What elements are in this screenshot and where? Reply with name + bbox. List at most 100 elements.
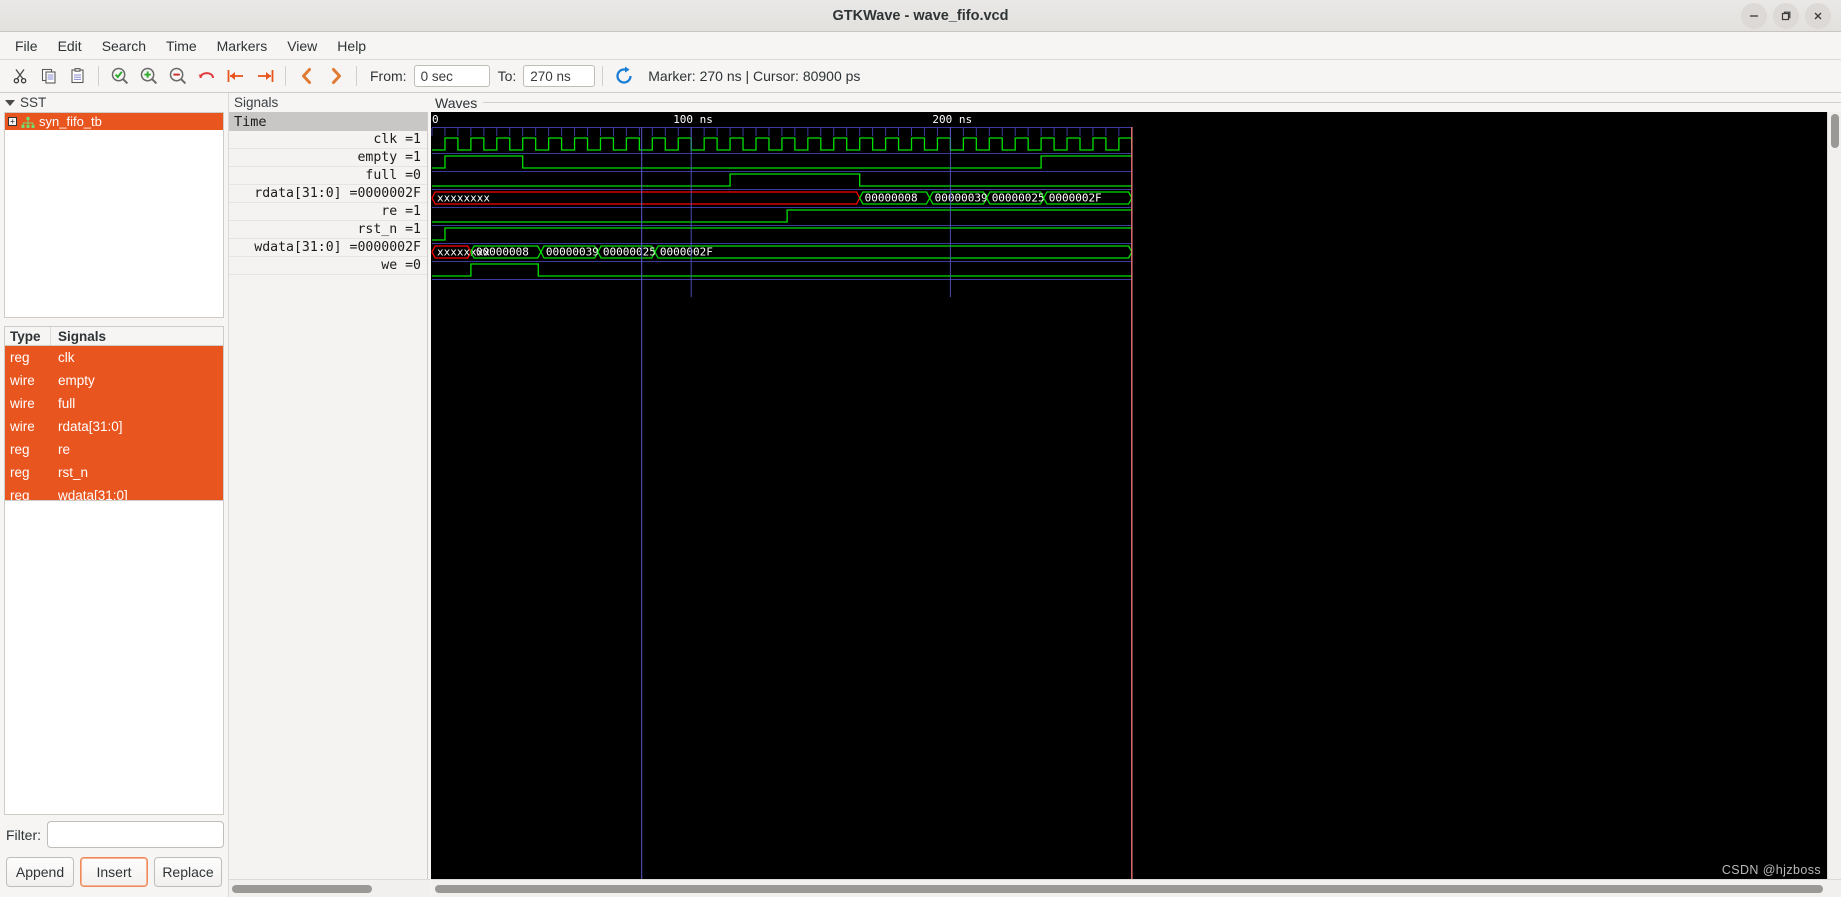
signal-row-we[interactable]: we =0 bbox=[229, 257, 427, 275]
svg-text:00000025: 00000025 bbox=[992, 192, 1045, 205]
menu-help[interactable]: Help bbox=[328, 35, 375, 57]
sst-root-label: syn_fifo_tb bbox=[39, 114, 102, 129]
signal-row-rst_n[interactable]: rst_n =1 bbox=[229, 221, 427, 239]
sst-column: SST + syn_fifo_tb Type Signals reg clk w… bbox=[0, 93, 228, 897]
filter-row: Filter: bbox=[0, 815, 228, 854]
column-header-signals: Signals bbox=[58, 328, 107, 344]
cell-type: wire bbox=[10, 419, 35, 434]
signal-row-re[interactable]: re =1 bbox=[229, 203, 427, 221]
cell-signal: full bbox=[58, 396, 76, 411]
expand-icon[interactable]: + bbox=[8, 117, 17, 126]
cell-signal: re bbox=[58, 442, 71, 457]
hierarchy-icon bbox=[21, 116, 35, 128]
waves-header: Waves bbox=[431, 93, 1841, 112]
prev-edge-icon[interactable] bbox=[293, 63, 320, 90]
window-titlebar: GTKWave - wave_fifo.vcd bbox=[0, 0, 1841, 32]
signal-type-table[interactable]: Type Signals reg clk wire empty wire full wire… bbox=[4, 326, 224, 501]
scrollbar-thumb[interactable] bbox=[232, 884, 373, 893]
menu-file[interactable]: File bbox=[6, 35, 47, 57]
menu-view[interactable]: View bbox=[278, 35, 326, 57]
cell-type: reg bbox=[10, 350, 30, 365]
zoom-out-icon[interactable] bbox=[164, 63, 191, 90]
jump-right-icon[interactable] bbox=[251, 63, 278, 90]
signals-horizontal-scrollbar[interactable] bbox=[229, 879, 430, 897]
table-row[interactable]: wire rdata[31:0] bbox=[5, 415, 223, 438]
minimize-icon[interactable] bbox=[1741, 2, 1767, 29]
append-button[interactable]: Append bbox=[6, 857, 74, 887]
menubar: File Edit Search Time Markers View Help bbox=[0, 32, 1841, 60]
cell-type: wire bbox=[10, 396, 35, 411]
zoom-undo-icon[interactable] bbox=[193, 63, 220, 90]
svg-text:100 ns: 100 ns bbox=[673, 113, 713, 126]
cell-type: reg bbox=[10, 442, 30, 457]
signal-row-empty[interactable]: empty =1 bbox=[229, 149, 427, 167]
table-row[interactable]: reg clk bbox=[5, 346, 223, 369]
svg-text:xxxxxxxx: xxxxxxxx bbox=[437, 192, 490, 205]
to-input[interactable]: 270 ns bbox=[523, 65, 596, 87]
signals-header-label: Signals bbox=[234, 95, 279, 110]
jump-left-icon[interactable] bbox=[222, 63, 249, 90]
close-icon[interactable] bbox=[1805, 2, 1831, 29]
menu-edit[interactable]: Edit bbox=[49, 35, 91, 57]
filter-input[interactable] bbox=[47, 821, 224, 848]
scrollbar-thumb-vertical[interactable] bbox=[1830, 114, 1839, 148]
menu-time[interactable]: Time bbox=[157, 35, 206, 57]
chevron-down-icon[interactable] bbox=[5, 99, 15, 106]
toolbar-separator bbox=[98, 66, 99, 86]
menu-search[interactable]: Search bbox=[93, 35, 155, 57]
next-edge-icon[interactable] bbox=[322, 63, 349, 90]
table-header-row: Type Signals bbox=[5, 327, 223, 346]
waves-header-rule bbox=[483, 102, 1841, 103]
signal-row-clk[interactable]: clk =1 bbox=[229, 131, 427, 149]
waves-column: Waves 0 100 ns 200 ns xxxxxxxx 00000008 00000… bbox=[430, 93, 1841, 897]
toolbar-separator-4 bbox=[602, 66, 604, 86]
replace-button[interactable]: Replace bbox=[154, 857, 222, 887]
menu-markers[interactable]: Markers bbox=[208, 35, 277, 57]
zoom-in-icon[interactable] bbox=[135, 63, 162, 90]
paste-icon[interactable] bbox=[64, 63, 91, 90]
svg-text:0000002F: 0000002F bbox=[1049, 192, 1102, 205]
cell-signal: clk bbox=[58, 350, 75, 365]
signal-row-rdata310[interactable]: rdata[31:0] =0000002F bbox=[229, 185, 427, 203]
signals-header: Signals bbox=[229, 93, 430, 112]
table-row[interactable]: wire full bbox=[5, 392, 223, 415]
signal-row-full[interactable]: full =0 bbox=[229, 167, 427, 185]
svg-text:0000002F: 0000002F bbox=[660, 246, 713, 259]
reload-icon[interactable] bbox=[610, 63, 637, 90]
cell-signal: rdata[31:0] bbox=[58, 419, 123, 434]
main-area: SST + syn_fifo_tb Type Signals reg clk w… bbox=[0, 93, 1841, 897]
signal-time-label: Time bbox=[229, 112, 427, 131]
cell-signal: wdata[31:0] bbox=[58, 488, 128, 501]
signal-name-list[interactable]: Time clk =1 empty =1 full =0 rdata[31:0] =0… bbox=[229, 112, 428, 879]
table-row[interactable]: wire empty bbox=[5, 369, 223, 392]
cell-signal: rst_n bbox=[58, 465, 89, 480]
table-row[interactable]: reg rst_n bbox=[5, 461, 223, 484]
insert-button[interactable]: Insert bbox=[80, 857, 148, 887]
from-input[interactable]: 0 sec bbox=[413, 65, 490, 87]
window-controls bbox=[1741, 2, 1841, 29]
zoom-fit-icon[interactable] bbox=[106, 63, 133, 90]
cut-icon[interactable] bbox=[6, 63, 33, 90]
signal-rows: clk =1 empty =1 full =0 rdata[31:0] =000000… bbox=[229, 131, 427, 275]
maximize-icon[interactable] bbox=[1773, 2, 1799, 29]
cell-type: wire bbox=[10, 373, 35, 388]
table-row[interactable]: reg re bbox=[5, 438, 223, 461]
scrollbar-thumb-horizontal[interactable] bbox=[435, 884, 1823, 893]
svg-text:00000008: 00000008 bbox=[865, 192, 918, 205]
svg-text:00000008: 00000008 bbox=[476, 246, 529, 259]
table-row[interactable]: reg wdata[31:0] bbox=[5, 484, 223, 501]
marker-cursor-status: Marker: 270 ns | Cursor: 80900 ps bbox=[648, 68, 861, 84]
sst-tree[interactable]: + syn_fifo_tb bbox=[4, 112, 224, 318]
sst-header-label: SST bbox=[20, 95, 47, 110]
waves-vertical-scrollbar[interactable] bbox=[1827, 112, 1841, 879]
signal-row-wdata310[interactable]: wdata[31:0] =0000002F bbox=[229, 239, 427, 257]
cell-signal: empty bbox=[58, 373, 95, 388]
cell-type: reg bbox=[10, 465, 30, 480]
copy-icon[interactable] bbox=[35, 63, 62, 90]
waves-horizontal-scrollbar[interactable] bbox=[431, 879, 1841, 897]
from-label: From: bbox=[370, 68, 407, 84]
waveform-svg[interactable]: 0 100 ns 200 ns xxxxxxxx 00000008 00000039 000… bbox=[431, 112, 1827, 879]
waveform-canvas[interactable]: 0 100 ns 200 ns xxxxxxxx 00000008 00000039 000… bbox=[431, 112, 1827, 879]
sst-tree-row-root[interactable]: + syn_fifo_tb bbox=[5, 113, 223, 130]
svg-text:00000039: 00000039 bbox=[546, 246, 599, 259]
